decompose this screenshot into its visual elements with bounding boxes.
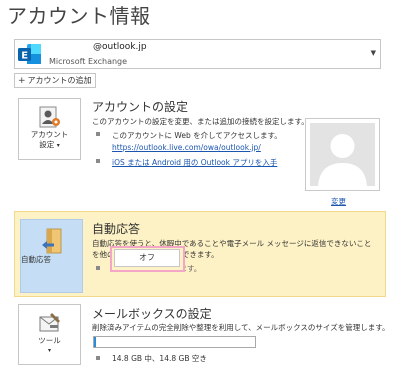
- bullet-icon: [96, 266, 100, 270]
- change-photo-link[interactable]: 変更: [331, 196, 346, 207]
- account-settings-button[interactable]: アカウント 設定 ▾: [18, 98, 81, 160]
- svg-text:E: E: [21, 51, 28, 62]
- account-type: Microsoft Exchange: [49, 57, 128, 66]
- account-settings-description: このアカウントの設定を変更、または追加の接続を設定します。: [92, 117, 309, 126]
- mailbox-usage-text: 14.8 GB 中、14.8 GB 空き: [112, 354, 207, 363]
- add-account-button[interactable]: + アカウントの追加: [14, 73, 96, 88]
- turn-off-button[interactable]: オフ: [114, 249, 180, 267]
- person-placeholder-icon: [310, 123, 375, 186]
- profile-photo: [305, 118, 380, 191]
- mailbox-settings-title: メールボックスの設定: [92, 307, 212, 321]
- mailbox-description: 削除済みアイテムの完全削除や整理を利用して、メールボックスのサイズを管理します。: [92, 323, 390, 332]
- dropdown-arrow-icon[interactable]: ▼: [371, 49, 376, 57]
- bullet-icon: [96, 132, 100, 136]
- account-selector[interactable]: E @outlook.jp Microsoft Exchange ▼: [14, 39, 381, 69]
- exchange-icon: E: [17, 42, 43, 66]
- mailbox-usage-fill: [94, 337, 96, 347]
- account-settings-tile-label: アカウント: [30, 130, 69, 139]
- add-account-label: アカウントの追加: [27, 76, 92, 85]
- mailbox-usage-bar: [93, 336, 256, 348]
- tools-button[interactable]: ツール ▾: [18, 304, 81, 365]
- tools-dropdown-icon: ▾: [47, 347, 51, 354]
- account-settings-tile-label-2: 設定 ▾: [39, 140, 60, 149]
- auto-reply-button[interactable]: 自動応答: [20, 219, 83, 293]
- page-title: アカウント情報: [7, 4, 151, 28]
- web-access-text: このアカウントに Web を介してアクセスします。: [112, 131, 282, 140]
- mobile-app-link[interactable]: iOS または Android 用の Outlook アプリを入手: [112, 157, 277, 168]
- plus-icon: +: [18, 76, 26, 86]
- auto-reply-title: 自動応答: [92, 222, 141, 236]
- account-settings-icon: [39, 105, 61, 133]
- tools-tile-label: ツール: [38, 336, 61, 345]
- auto-reply-tile-label: 自動応答: [21, 255, 51, 264]
- bullet-icon: [96, 356, 100, 360]
- account-email: @outlook.jp: [93, 42, 147, 52]
- mailbox-tools-icon: [38, 311, 62, 339]
- account-settings-title: アカウントの設定: [92, 100, 189, 114]
- bullet-icon: [96, 159, 100, 163]
- owa-link[interactable]: https://outlook.live.com/owa/outlook.jp/: [112, 143, 261, 152]
